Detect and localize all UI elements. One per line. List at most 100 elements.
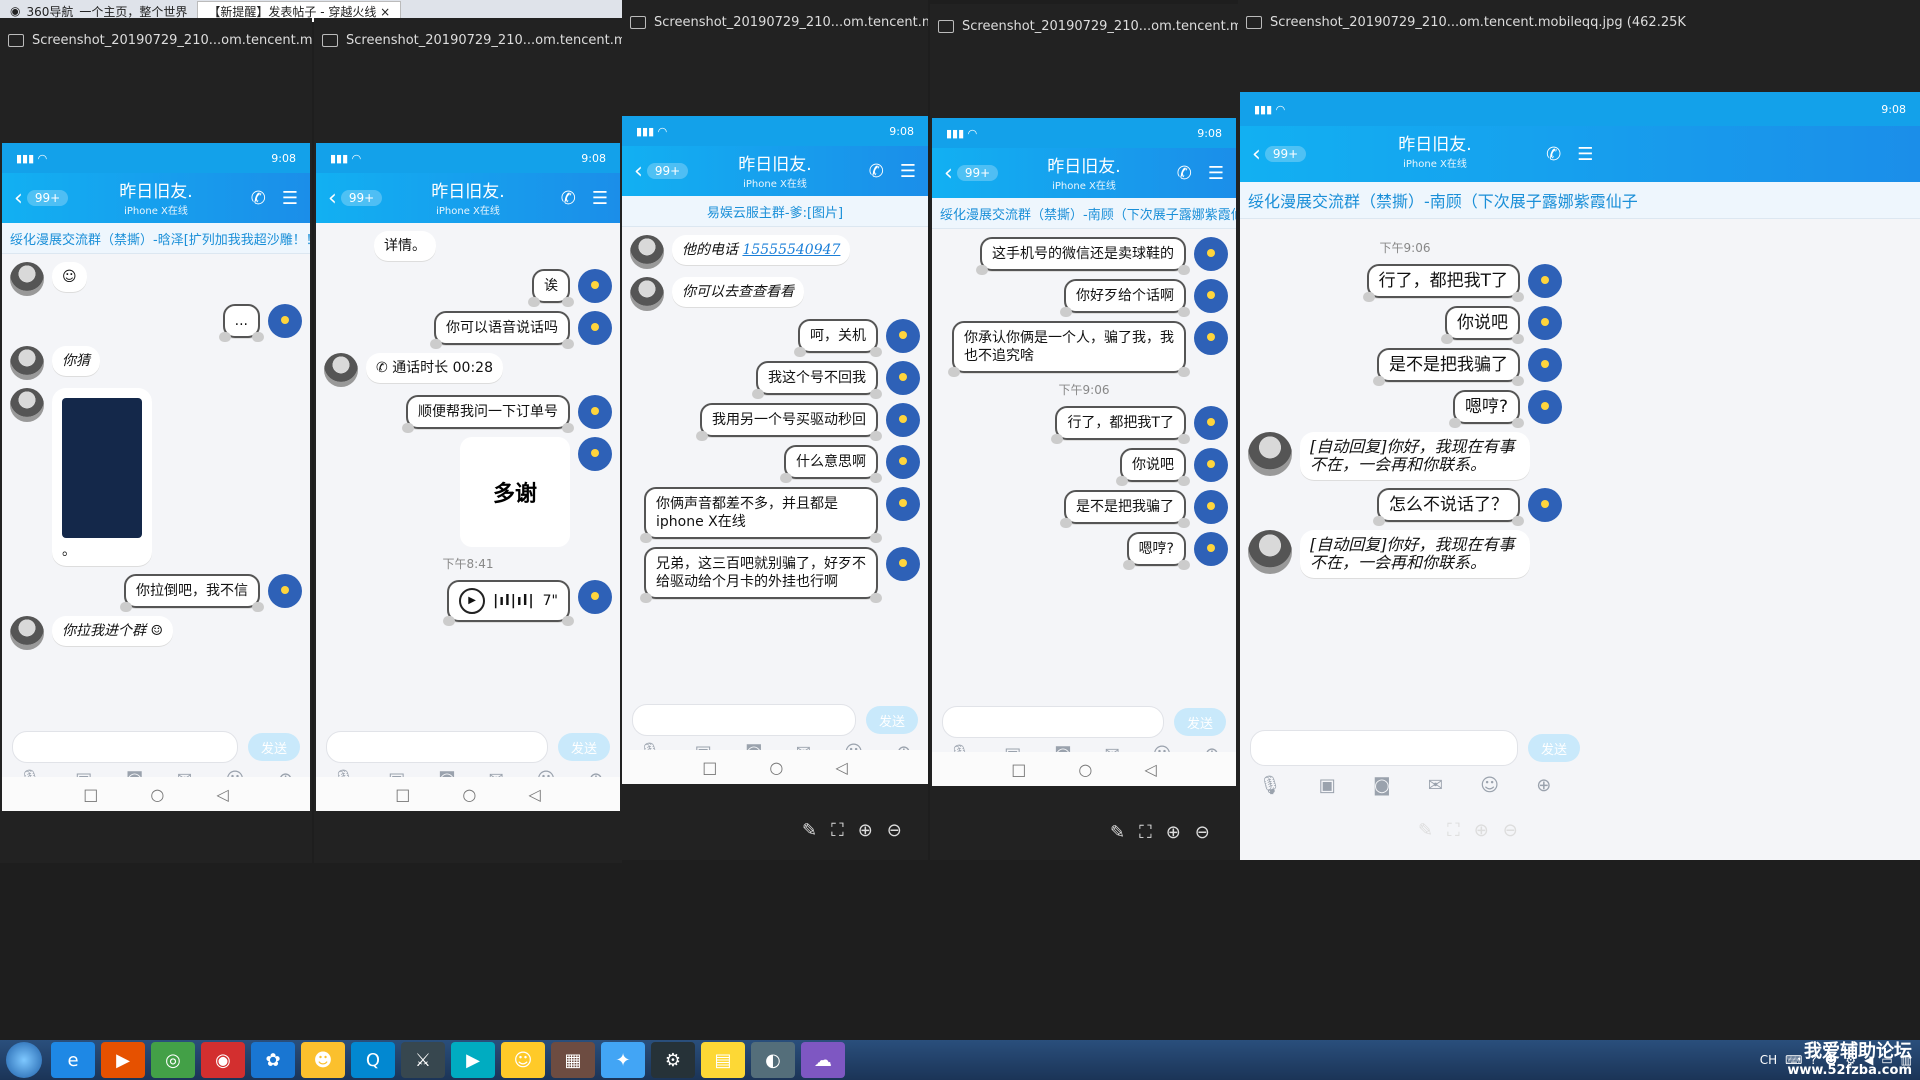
menu-icon[interactable]: ☰ xyxy=(592,188,608,209)
360-browser-icon[interactable]: ◎ xyxy=(151,1042,195,1078)
back-icon[interactable]: ◁ xyxy=(835,758,847,777)
avatar-me[interactable] xyxy=(578,395,612,429)
edit-icon[interactable]: ✎ xyxy=(1418,820,1433,841)
file-explorer-icon[interactable]: ▤ xyxy=(701,1042,745,1078)
unread-badge[interactable]: 99+ xyxy=(340,190,383,206)
back-icon[interactable]: ◁ xyxy=(1144,760,1156,779)
menu-icon[interactable]: ☰ xyxy=(1208,163,1224,184)
zoom-in-icon[interactable]: ⊕ xyxy=(1166,822,1181,843)
avatar-me[interactable] xyxy=(268,574,302,608)
red-packet-icon[interactable]: ✉ xyxy=(1428,775,1443,796)
phone-call-icon[interactable]: ✆ xyxy=(561,188,576,209)
home-icon[interactable]: ○ xyxy=(769,758,783,777)
zoom-in-icon[interactable]: ⊕ xyxy=(1474,820,1489,841)
avatar-me[interactable] xyxy=(1194,448,1228,482)
minecraft-icon[interactable]: ▦ xyxy=(551,1042,595,1078)
recents-icon[interactable]: □ xyxy=(395,785,410,804)
avatar[interactable] xyxy=(10,262,44,296)
home-icon[interactable]: ○ xyxy=(1078,760,1092,779)
phone-call-icon[interactable]: ✆ xyxy=(251,188,266,209)
menu-icon[interactable]: ☰ xyxy=(900,161,916,182)
crop-icon[interactable]: ⛶ xyxy=(1139,822,1152,843)
thanks-sticker[interactable]: 多谢 xyxy=(460,437,570,547)
avatar[interactable] xyxy=(10,346,44,380)
avatar-me[interactable] xyxy=(1528,488,1562,522)
group-notice[interactable]: 绥化漫展交流群（禁撕）-晗泽[扩列加我我超沙雕！！沣 xyxy=(2,223,310,254)
avatar-me[interactable] xyxy=(1194,279,1228,313)
avatar-me[interactable] xyxy=(1528,348,1562,382)
unread-badge[interactable]: 99+ xyxy=(1264,146,1307,162)
avatar[interactable] xyxy=(324,353,358,387)
cloud-app-icon[interactable]: ☁ xyxy=(801,1042,845,1078)
message-input[interactable] xyxy=(1250,730,1518,766)
avatar[interactable] xyxy=(1248,432,1292,476)
ie-icon[interactable]: e xyxy=(51,1042,95,1078)
zoom-in-icon[interactable]: ⊕ xyxy=(858,820,873,841)
avatar-me[interactable] xyxy=(268,304,302,338)
avatar-me[interactable] xyxy=(886,487,920,521)
image-message[interactable]: 。 xyxy=(52,388,152,566)
avatar-me[interactable] xyxy=(578,437,612,471)
home-icon[interactable]: ○ xyxy=(150,785,164,804)
avatar-me[interactable] xyxy=(886,319,920,353)
avatar-me[interactable] xyxy=(886,445,920,479)
avatar-me[interactable] xyxy=(578,269,612,303)
group-notice[interactable]: 绥化漫展交流群（禁撕）-南顾（下次展子露娜紫霞仙子 xyxy=(932,198,1236,229)
avatar[interactable] xyxy=(10,616,44,650)
zoom-out-icon[interactable]: ⊖ xyxy=(887,820,902,841)
ime-indicator[interactable]: CH xyxy=(1760,1053,1777,1067)
camera-icon[interactable]: ◙ xyxy=(1373,775,1390,796)
video-player-icon[interactable]: ▶ xyxy=(451,1042,495,1078)
avatar-me[interactable] xyxy=(578,311,612,345)
photo-viewer-icon[interactable]: ◐ xyxy=(751,1042,795,1078)
group-notice[interactable]: 绥化漫展交流群（禁撕）-南顾（下次展子露娜紫霞仙子 xyxy=(1240,182,1920,219)
send-button[interactable]: 发送 xyxy=(1528,734,1580,762)
send-button[interactable]: 发送 xyxy=(558,733,610,761)
home-icon[interactable]: ○ xyxy=(462,785,476,804)
group-notice[interactable]: 易娱云服主群-爹:[图片] xyxy=(622,196,928,227)
bird-app-icon[interactable]: ✦ xyxy=(601,1042,645,1078)
call-record-bubble[interactable]: ✆ 通话时长 00:28 xyxy=(366,353,503,383)
send-button[interactable]: 发送 xyxy=(1174,708,1226,736)
edit-icon[interactable]: ✎ xyxy=(1110,822,1125,843)
crop-icon[interactable]: ⛶ xyxy=(1447,820,1460,841)
screenshot-thumbnail[interactable] xyxy=(62,398,142,538)
image-icon[interactable]: ▣ xyxy=(1319,775,1336,796)
back-icon[interactable]: ◁ xyxy=(216,785,228,804)
menu-icon[interactable]: ☰ xyxy=(1577,144,1593,165)
game-icon[interactable]: ☺ xyxy=(501,1042,545,1078)
plus-icon[interactable]: ⊕ xyxy=(1536,775,1551,796)
avatar-me[interactable] xyxy=(1528,306,1562,340)
qq-browser-icon[interactable]: Q xyxy=(351,1042,395,1078)
avatar-me[interactable] xyxy=(1194,237,1228,271)
avatar-me[interactable] xyxy=(886,361,920,395)
send-button[interactable]: 发送 xyxy=(866,706,918,734)
avatar[interactable] xyxy=(630,235,664,269)
steam-icon[interactable]: ⚙ xyxy=(651,1042,695,1078)
message-input[interactable] xyxy=(942,706,1164,738)
recents-icon[interactable]: □ xyxy=(1011,760,1026,779)
phone-call-icon[interactable]: ✆ xyxy=(1546,144,1561,165)
zoom-out-icon[interactable]: ⊖ xyxy=(1195,822,1210,843)
phone-call-icon[interactable]: ✆ xyxy=(1177,163,1192,184)
zoom-out-icon[interactable]: ⊖ xyxy=(1503,820,1518,841)
phone-call-icon[interactable]: ✆ xyxy=(869,161,884,182)
message-input[interactable] xyxy=(12,731,238,763)
play-icon[interactable]: ▶ xyxy=(459,588,486,614)
send-button[interactable]: 发送 xyxy=(248,733,300,761)
phone-number-link[interactable]: 15555540947 xyxy=(742,242,840,258)
avatar-me[interactable] xyxy=(1194,532,1228,566)
crop-icon[interactable]: ⛶ xyxy=(831,820,844,841)
avatar[interactable] xyxy=(630,277,664,311)
start-button[interactable] xyxy=(6,1042,42,1078)
media-player-icon[interactable]: ▶ xyxy=(101,1042,145,1078)
baidu-netdisk-icon[interactable]: ✿ xyxy=(251,1042,295,1078)
back-chevron-icon[interactable]: ‹ xyxy=(1252,142,1261,167)
back-chevron-icon[interactable]: ‹ xyxy=(634,159,643,184)
message-input[interactable] xyxy=(326,731,548,763)
avatar[interactable] xyxy=(10,388,44,422)
recents-icon[interactable]: □ xyxy=(702,758,717,777)
avatar-me[interactable] xyxy=(1194,406,1228,440)
back-chevron-icon[interactable]: ‹ xyxy=(944,161,953,186)
game-launcher-icon[interactable]: ⚔ xyxy=(401,1042,445,1078)
